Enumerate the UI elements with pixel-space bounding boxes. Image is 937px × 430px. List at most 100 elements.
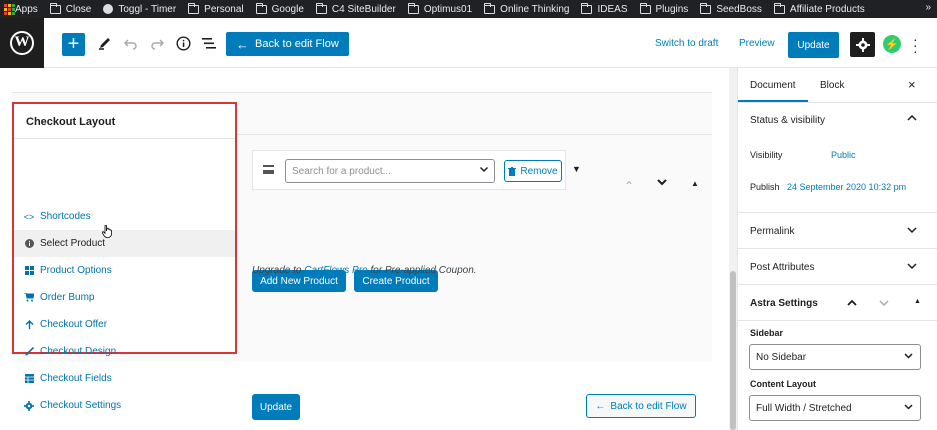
astra-settings-header[interactable]: Astra Settings	[750, 298, 818, 309]
bookmark-label: Google	[271, 3, 304, 15]
divider	[12, 92, 712, 93]
wordpress-logo[interactable]: W	[0, 17, 44, 68]
tab-checkout-fields[interactable]: Checkout Fields	[14, 365, 235, 392]
upgrade-prefix: Upgrade to	[252, 265, 305, 276]
bookmark-label: SeedBoss	[716, 3, 762, 15]
gear-icon	[855, 37, 870, 52]
upgrade-notice: Upgrade to CartFlows Pro for Pre-applied…	[252, 265, 477, 276]
chevron-up-icon[interactable]	[906, 112, 918, 127]
publish-value[interactable]: 24 September 2020 10:32 pm	[787, 182, 906, 192]
add-block-button[interactable]: +	[62, 33, 85, 56]
wordpress-icon: W	[10, 30, 34, 55]
tab-order-bump[interactable]: Order Bump	[14, 284, 235, 311]
bookmark-close[interactable]: Close	[49, 2, 91, 15]
bookmark-personal[interactable]: Personal	[188, 2, 244, 15]
post-attributes-header[interactable]: Post Attributes	[750, 262, 814, 273]
info-icon[interactable]	[172, 32, 194, 54]
trash-icon	[508, 166, 517, 176]
bookmark-google[interactable]: Google	[255, 2, 304, 15]
cartflows-pro-link[interactable]: CartFlows Pro	[304, 265, 367, 276]
undo-icon[interactable]	[120, 32, 142, 54]
tab-label: Product Options	[40, 265, 112, 276]
divider	[237, 134, 712, 135]
panel-move-up-icon[interactable]: ⌃	[624, 179, 634, 193]
tab-label: Checkout Fields	[40, 373, 112, 384]
remove-product-button[interactable]: Remove	[504, 160, 562, 182]
product-search-placeholder: Search for a product...	[292, 166, 391, 177]
apps-icon	[4, 3, 15, 15]
tab-select-product[interactable]: Select Product	[14, 230, 235, 257]
bookmarks-more-icon[interactable]: »	[925, 2, 931, 13]
tab-checkout-settings[interactable]: Checkout Settings	[14, 392, 235, 419]
content-layout-select-value: Full Width / Stretched	[756, 403, 852, 414]
bookmark-ideas[interactable]: IDEAS	[581, 2, 628, 15]
bookmark-affiliate-products[interactable]: Affiliate Products	[773, 2, 865, 15]
divider	[14, 138, 235, 139]
panel-update-button[interactable]: Update	[252, 394, 300, 420]
checkout-layout-title: Checkout Layout	[26, 116, 116, 128]
grid-icon	[24, 266, 34, 276]
tab-checkout-design[interactable]: Checkout Design	[14, 338, 235, 365]
tab-label: Shortcodes	[40, 211, 91, 222]
tab-label: Checkout Offer	[40, 319, 108, 330]
arrow-up-icon	[24, 320, 34, 330]
back-to-edit-flow-label: Back to edit Flow	[255, 38, 339, 50]
sidebar-select-value: No Sidebar	[756, 352, 807, 363]
product-search-select[interactable]: Search for a product...	[285, 159, 495, 183]
redo-icon[interactable]	[146, 32, 168, 54]
bookmark-label: Affiliate Products	[789, 3, 865, 15]
edit-pencil-icon[interactable]	[94, 32, 116, 54]
tab-product-options[interactable]: Product Options	[14, 257, 235, 284]
chevron-up-icon[interactable]	[846, 296, 858, 314]
bookmark-toggl[interactable]: Toggl - Timer	[103, 4, 176, 15]
bookmark-c4-sitebuilder[interactable]: C4 SiteBuilder	[315, 2, 396, 15]
chevron-down-icon[interactable]	[878, 296, 890, 314]
bookmark-apps[interactable]: Apps	[4, 3, 38, 15]
chevron-down-icon[interactable]	[906, 224, 918, 239]
bookmark-label: Toggl - Timer	[118, 3, 177, 15]
drag-handle-icon[interactable]	[263, 165, 274, 174]
bookmark-optimus01[interactable]: Optimus01	[407, 2, 472, 15]
back-to-edit-flow-label: Back to edit Flow	[610, 400, 687, 412]
divider	[738, 284, 937, 285]
preview-button[interactable]: Preview	[739, 38, 775, 49]
tab-checkout-offer[interactable]: Checkout Offer	[14, 311, 235, 338]
switch-to-draft-button[interactable]: Switch to draft	[655, 38, 718, 49]
permalink-header[interactable]: Permalink	[750, 226, 794, 237]
product-options-caret-icon[interactable]: ▼	[572, 164, 581, 174]
settings-gear-button[interactable]	[850, 32, 875, 57]
bookmark-seedboss[interactable]: SeedBoss	[700, 2, 762, 15]
chevron-down-icon[interactable]	[906, 260, 918, 275]
visibility-label: Visibility	[750, 150, 783, 160]
more-options-icon[interactable]: · · ·	[913, 32, 918, 58]
gear-icon	[24, 400, 34, 411]
panel-toggle-icon[interactable]: ▲	[691, 179, 699, 188]
divider	[738, 212, 937, 213]
bookmark-plugins[interactable]: Plugins	[639, 2, 688, 15]
scrollbar-thumb[interactable]	[730, 271, 736, 430]
status-visibility-header[interactable]: Status & visibility	[750, 115, 825, 126]
close-icon[interactable]: ×	[908, 77, 916, 92]
code-icon: <>	[23, 211, 35, 222]
sidebar-setting-label: Sidebar	[750, 328, 784, 338]
content-layout-select[interactable]: Full Width / Stretched	[749, 395, 921, 421]
sidebar-select[interactable]: No Sidebar	[749, 344, 921, 370]
tab-shortcodes[interactable]: <> Shortcodes	[14, 203, 235, 230]
visibility-value[interactable]: Public	[831, 150, 856, 160]
arrow-left-icon: ←	[236, 36, 249, 52]
tab-block[interactable]: Block	[820, 80, 844, 91]
list-view-icon[interactable]	[198, 32, 220, 54]
folder-icon	[581, 2, 593, 14]
panel-toggle-icon[interactable]: ▲	[914, 298, 921, 305]
back-to-edit-flow-bottom-button[interactable]: ← Back to edit Flow	[586, 394, 696, 418]
editor-scrollbar[interactable]	[729, 68, 737, 430]
back-to-edit-flow-button[interactable]: ← Back to edit Flow	[226, 32, 349, 56]
update-button[interactable]: Update	[788, 32, 839, 58]
jetpack-icon[interactable]: ⚡	[883, 35, 901, 53]
tab-label: Order Bump	[40, 292, 95, 303]
panel-collapse-icon[interactable]	[656, 176, 668, 191]
bookmark-online-thinking[interactable]: Online Thinking	[484, 2, 570, 15]
arrow-left-icon: ←	[595, 400, 606, 412]
tab-document[interactable]: Document	[750, 80, 796, 91]
bookmark-label: Online Thinking	[500, 3, 570, 15]
